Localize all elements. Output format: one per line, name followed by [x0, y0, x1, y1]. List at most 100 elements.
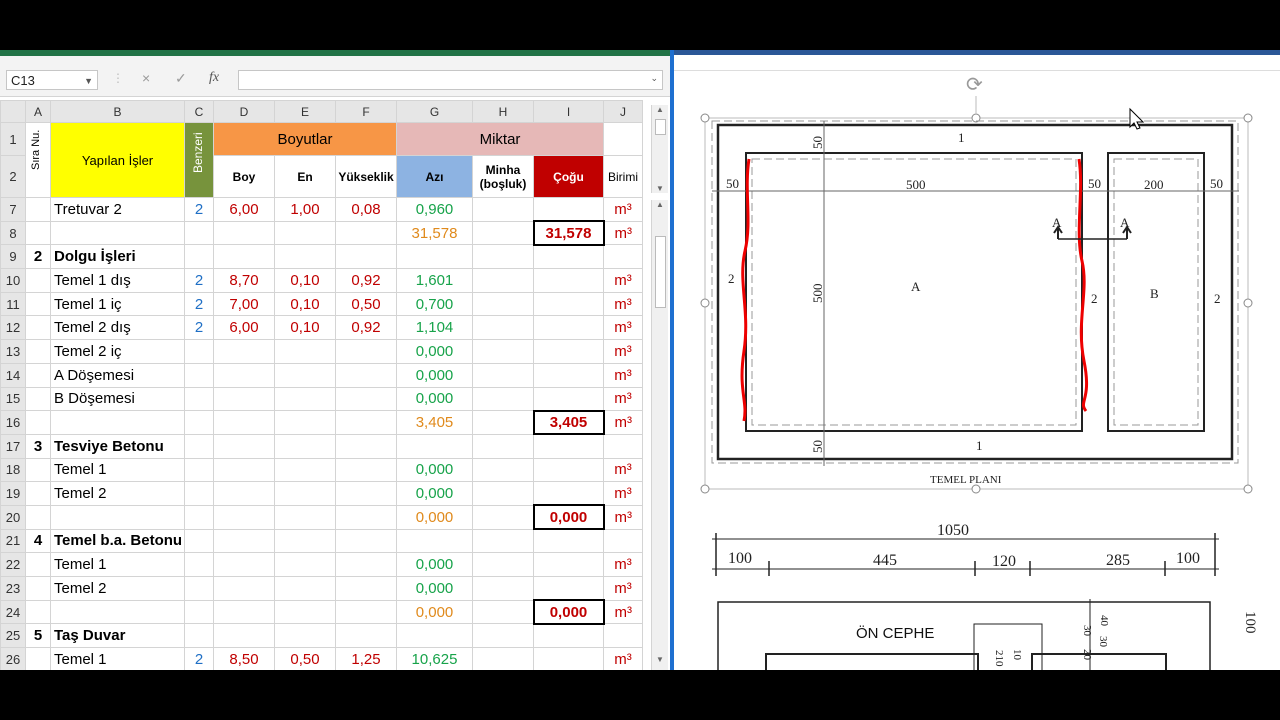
cell-e[interactable] [274, 244, 336, 270]
formula-input[interactable]: ⌄ [238, 70, 663, 90]
row-header[interactable]: 24 [0, 599, 26, 625]
cell-d[interactable]: 8,70 [213, 268, 275, 293]
cell-a[interactable] [25, 339, 51, 364]
cell-i[interactable]: 31,578 [532, 220, 605, 246]
cancel-icon[interactable]: × [142, 70, 150, 86]
cell-i[interactable] [533, 647, 604, 670]
cell-f[interactable] [335, 410, 397, 435]
cell-h[interactable] [472, 220, 534, 246]
cell-b[interactable]: Temel 1 dış [50, 268, 185, 293]
cell-j[interactable] [603, 528, 643, 554]
cell-f[interactable] [335, 362, 397, 388]
column-header-e[interactable]: E [274, 100, 336, 123]
rotate-handle-icon[interactable]: ⟳ [966, 74, 983, 96]
cell-a[interactable] [25, 457, 51, 483]
cell-h[interactable] [472, 623, 534, 649]
cell-b[interactable] [50, 504, 185, 530]
cell-e[interactable] [274, 410, 336, 435]
cell-c[interactable] [184, 339, 214, 364]
cell-a[interactable] [25, 315, 51, 341]
cell-i[interactable] [533, 291, 604, 317]
cell-h[interactable] [472, 599, 534, 625]
row-header[interactable]: 8 [0, 220, 26, 246]
row-header[interactable]: 26 [0, 647, 26, 670]
row-header[interactable]: 23 [0, 576, 26, 601]
cell-a[interactable] [25, 362, 51, 388]
cell-b[interactable]: Tretuvar 2 [50, 197, 185, 222]
cell-f[interactable] [335, 457, 397, 483]
enter-icon[interactable]: ✓ [175, 70, 187, 87]
cell-b[interactable]: Tesviye Betonu [50, 433, 185, 459]
cell-g[interactable] [396, 528, 473, 554]
cell-b[interactable]: Temel 2 iç [50, 339, 185, 364]
cell-g[interactable]: 0,000 [396, 599, 473, 625]
cell-c[interactable] [184, 576, 214, 601]
cell-b[interactable] [50, 220, 185, 246]
cell-b[interactable]: Temel 1 [50, 457, 185, 483]
cell-f[interactable] [335, 433, 397, 459]
cell-g[interactable]: 0,000 [396, 504, 473, 530]
cell-g[interactable]: 0,960 [396, 197, 473, 222]
cell-g[interactable]: 0,000 [396, 362, 473, 388]
cell-f[interactable] [335, 481, 397, 506]
cell-g[interactable]: 0,000 [396, 481, 473, 506]
row-header[interactable]: 9 [0, 244, 26, 270]
row-header[interactable]: 7 [0, 197, 26, 222]
header-benzeri-cell[interactable]: Benzeri [184, 122, 214, 198]
cell-e[interactable]: 0,10 [274, 291, 336, 317]
column-header-a[interactable]: A [25, 100, 51, 123]
cell-j[interactable]: m³ [603, 481, 643, 506]
cell-b[interactable]: Dolgu İşleri [50, 244, 185, 270]
cell-c[interactable] [184, 410, 214, 435]
cell-e[interactable] [274, 220, 336, 246]
cell-j[interactable]: m³ [603, 457, 643, 483]
header-boy[interactable]: Boy [213, 155, 275, 198]
cell-a[interactable]: 4 [25, 528, 51, 554]
scroll-thumb[interactable] [655, 119, 666, 135]
expand-formula-icon[interactable]: ⌄ [650, 73, 658, 84]
cell-a[interactable]: 5 [25, 623, 51, 649]
cell-f[interactable] [335, 504, 397, 530]
cell-j[interactable]: m³ [603, 220, 643, 246]
cell-g[interactable]: 1,104 [396, 315, 473, 341]
cell-c[interactable] [184, 433, 214, 459]
cell-f[interactable]: 0,92 [335, 268, 397, 293]
cell-c[interactable] [184, 528, 214, 554]
row-header[interactable]: 16 [0, 410, 26, 435]
cell-j[interactable] [603, 244, 643, 270]
cell-a[interactable] [25, 410, 51, 435]
column-header-c[interactable]: C [184, 100, 214, 123]
cell-f[interactable]: 1,25 [335, 647, 397, 670]
name-box[interactable]: C13 ▼ [6, 70, 98, 90]
cell-h[interactable] [472, 386, 534, 412]
cell-g[interactable]: 31,578 [396, 220, 473, 246]
cell-f[interactable]: 0,92 [335, 315, 397, 341]
scroll-down-icon[interactable]: ▼ [652, 655, 668, 664]
cell-a[interactable] [25, 576, 51, 601]
cell-j[interactable]: m³ [603, 576, 643, 601]
cell-i[interactable] [533, 528, 604, 554]
header-cogu[interactable]: Çoğu [533, 155, 604, 198]
cell-b[interactable]: Temel 2 [50, 576, 185, 601]
cell-f[interactable] [335, 576, 397, 601]
cell-b[interactable]: Temel b.a. Betonu [50, 528, 185, 554]
row-header[interactable]: 17 [0, 433, 26, 459]
cell-b[interactable]: Temel 1 iç [50, 291, 185, 317]
cell-c[interactable]: 2 [184, 647, 214, 670]
header-en[interactable]: En [274, 155, 336, 198]
cell-j[interactable]: m³ [603, 268, 643, 293]
cell-e[interactable] [274, 339, 336, 364]
cell-b[interactable]: Taş Duvar [50, 623, 185, 649]
cell-d[interactable]: 6,00 [213, 197, 275, 222]
cell-g[interactable]: 0,000 [396, 386, 473, 412]
cell-c[interactable]: 2 [184, 291, 214, 317]
cell-e[interactable]: 0,10 [274, 268, 336, 293]
cell-h[interactable] [472, 197, 534, 222]
cell-d[interactable] [213, 623, 275, 649]
cell-h[interactable] [472, 552, 534, 577]
column-header-j[interactable]: J [603, 100, 643, 123]
cell-j[interactable]: m³ [603, 647, 643, 670]
cell-i[interactable] [533, 623, 604, 649]
cell-g[interactable]: 3,405 [396, 410, 473, 435]
header-yapilan-isler[interactable]: Yapılan İşler [50, 122, 185, 198]
